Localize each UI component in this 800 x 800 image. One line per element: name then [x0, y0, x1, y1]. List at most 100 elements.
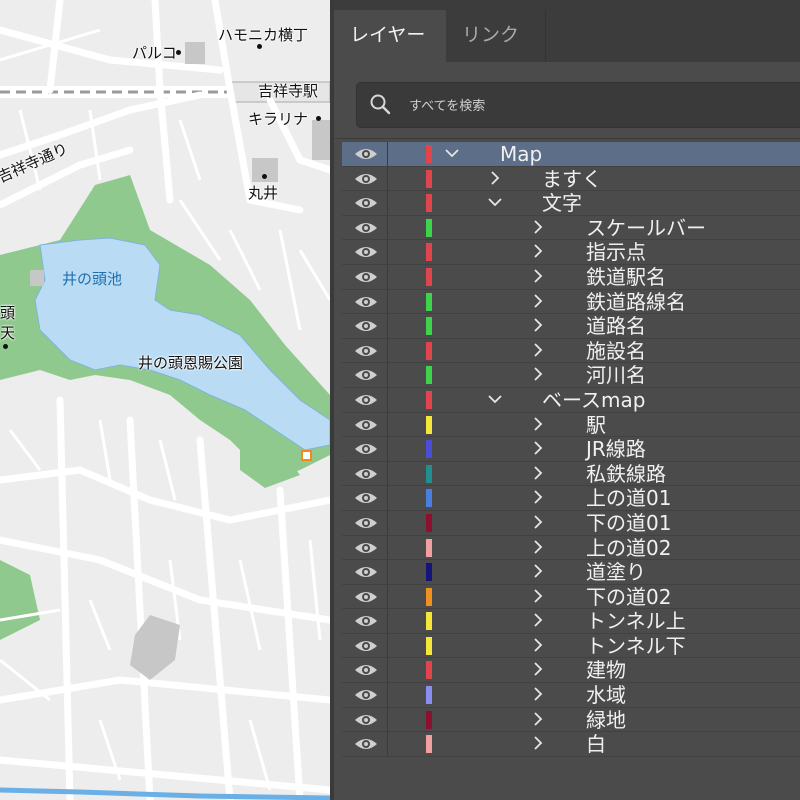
visibility-eye-icon[interactable] [354, 687, 378, 703]
layer-row[interactable]: 鉄道駅名 [342, 264, 800, 290]
layer-row[interactable]: 指示点 [342, 240, 800, 265]
chevron-right-icon[interactable] [487, 169, 503, 187]
layer-color-swatch [426, 341, 432, 360]
chevron-right-icon[interactable] [530, 316, 546, 334]
chevron-down-icon[interactable] [487, 390, 503, 408]
layer-row[interactable]: スケールバー [342, 215, 800, 241]
layer-row[interactable]: トンネル下 [342, 633, 800, 659]
layer-row[interactable]: 施設名 [342, 338, 800, 364]
visibility-eye-icon[interactable] [354, 736, 378, 752]
layer-row[interactable]: 白 [342, 732, 800, 757]
chevron-right-icon[interactable] [530, 562, 546, 580]
chevron-right-icon[interactable] [530, 488, 546, 506]
visibility-eye-icon[interactable] [354, 638, 378, 654]
layer-search-box[interactable] [356, 82, 800, 128]
chevron-right-icon[interactable] [530, 660, 546, 678]
search-input[interactable] [407, 91, 711, 121]
layer-color-swatch [426, 292, 432, 311]
visibility-eye-icon[interactable] [354, 392, 378, 408]
layer-name: 河川名 [586, 363, 646, 388]
layer-row[interactable]: 道塗り [342, 560, 800, 585]
chevron-right-icon[interactable] [530, 710, 546, 728]
visibility-eye-icon[interactable] [354, 195, 378, 211]
layer-row[interactable]: 建物 [342, 658, 800, 684]
layer-row[interactable]: 水域 [342, 683, 800, 708]
layer-row[interactable]: 河川名 [342, 363, 800, 388]
chevron-right-icon[interactable] [530, 611, 546, 629]
lock-column-separator [387, 633, 388, 658]
layer-list: Map ますく 文字 スケールバー 指示点 鉄道駅名 鉄道路線名 道路名 施設名 河川名 ベースma… [342, 142, 800, 757]
visibility-eye-icon[interactable] [354, 589, 378, 605]
panel-tabs: レイヤー リンク [334, 10, 800, 62]
chevron-down-icon[interactable] [444, 144, 460, 162]
visibility-eye-icon[interactable] [354, 490, 378, 506]
lock-column-separator [387, 264, 388, 289]
chevron-right-icon[interactable] [530, 439, 546, 457]
visibility-eye-icon[interactable] [354, 515, 378, 531]
chevron-right-icon[interactable] [530, 341, 546, 359]
lock-column-separator [387, 609, 388, 633]
layer-row[interactable]: トンネル上 [342, 609, 800, 634]
visibility-eye-icon[interactable] [354, 662, 378, 678]
visibility-eye-icon[interactable] [354, 171, 378, 187]
layer-name: ベースmap [542, 387, 646, 412]
visibility-eye-icon[interactable] [354, 417, 378, 433]
chevron-right-icon[interactable] [530, 218, 546, 236]
layer-row[interactable]: 下の道02 [342, 584, 800, 610]
visibility-eye-icon[interactable] [354, 613, 378, 629]
layer-row[interactable]: 私鉄線路 [342, 461, 800, 487]
layer-row[interactable]: JR線路 [342, 437, 800, 462]
layer-row[interactable]: 上の道02 [342, 535, 800, 561]
layer-row[interactable]: 文字 [342, 191, 800, 216]
tab-links[interactable]: リンク [446, 10, 546, 62]
chevron-right-icon[interactable] [530, 538, 546, 556]
layer-row[interactable]: 道路名 [342, 314, 800, 339]
layer-row[interactable]: 鉄道路線名 [342, 289, 800, 315]
map-label-inokashira-pond: 井の頭池 [62, 270, 123, 288]
layer-row[interactable]: ベースmap [342, 387, 800, 413]
map-label-benzaiten-top: 頭 [0, 304, 16, 322]
visibility-eye-icon[interactable] [354, 712, 378, 728]
visibility-eye-icon[interactable] [354, 466, 378, 482]
visibility-eye-icon[interactable] [354, 220, 378, 236]
layer-name: 下の道01 [586, 510, 672, 535]
chevron-right-icon[interactable] [530, 734, 546, 752]
chevron-right-icon[interactable] [530, 267, 546, 285]
visibility-eye-icon[interactable] [354, 269, 378, 285]
layer-row[interactable]: 緑地 [342, 707, 800, 733]
chevron-right-icon[interactable] [530, 685, 546, 703]
chevron-right-icon[interactable] [530, 415, 546, 433]
panel-bottom-area [334, 760, 800, 800]
lock-column-separator [387, 510, 388, 535]
chevron-right-icon[interactable] [530, 636, 546, 654]
visibility-eye-icon[interactable] [354, 441, 378, 457]
chevron-down-icon[interactable] [487, 193, 503, 211]
chevron-right-icon[interactable] [530, 242, 546, 260]
chevron-right-icon[interactable] [530, 292, 546, 310]
chevron-right-icon[interactable] [530, 464, 546, 482]
layer-name: 道塗り [586, 560, 646, 585]
chevron-right-icon[interactable] [530, 587, 546, 605]
layer-row[interactable]: 駅 [342, 412, 800, 438]
chevron-right-icon[interactable] [530, 365, 546, 383]
visibility-eye-icon[interactable] [354, 367, 378, 383]
layer-color-swatch [426, 686, 432, 705]
visibility-eye-icon[interactable] [354, 343, 378, 359]
lock-column-separator [387, 732, 388, 756]
visibility-eye-icon[interactable] [354, 318, 378, 334]
layer-row[interactable]: Map [342, 142, 800, 167]
visibility-eye-icon[interactable] [354, 146, 378, 162]
layer-color-swatch [426, 612, 432, 631]
layer-row[interactable]: 上の道01 [342, 486, 800, 511]
layer-color-swatch [426, 390, 432, 409]
map-canvas[interactable]: ハモニカ横丁 パルコ 吉祥寺駅 キラリナ 吉祥寺通り 丸井 井の頭池 井の頭恩賜… [0, 0, 330, 800]
visibility-eye-icon[interactable] [354, 540, 378, 556]
layer-row[interactable]: 下の道01 [342, 510, 800, 536]
chevron-right-icon[interactable] [530, 513, 546, 531]
visibility-eye-icon[interactable] [354, 294, 378, 310]
layer-row[interactable]: ますく [342, 166, 800, 192]
tab-layers[interactable]: レイヤー [334, 10, 446, 62]
visibility-eye-icon[interactable] [354, 564, 378, 580]
visibility-eye-icon[interactable] [354, 244, 378, 260]
lock-column-separator [387, 363, 388, 387]
